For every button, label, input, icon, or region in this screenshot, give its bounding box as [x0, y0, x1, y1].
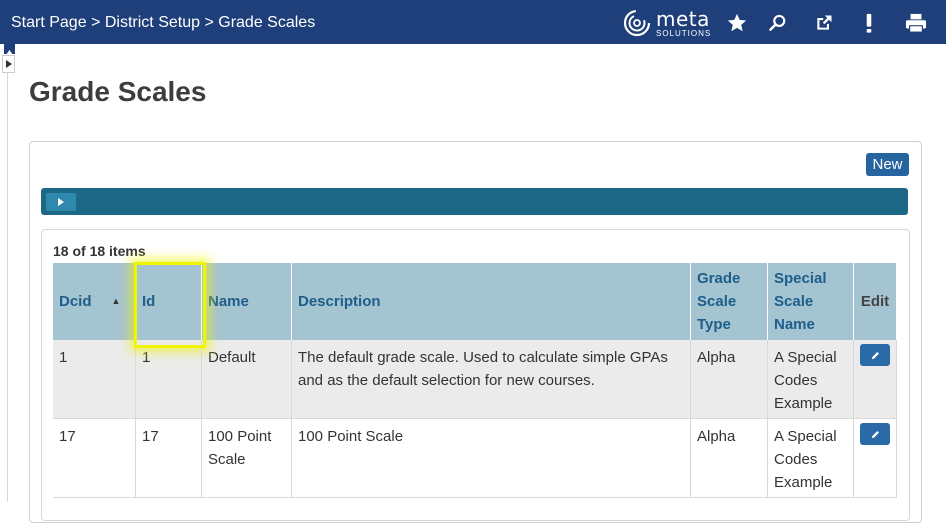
cell-special-line: A Special — [774, 428, 837, 445]
edit-button[interactable] — [860, 344, 890, 366]
cell-special: A Special Codes Example — [767, 418, 854, 498]
sort-ascending-icon: ▲ — [111, 296, 121, 306]
cell-name-line: 100 Point — [208, 428, 272, 445]
cell-name-line: Scale — [208, 451, 246, 468]
caret-right-icon — [58, 198, 64, 206]
grade-scales-table: Dcid ▲ Id Name Description Grade Scale T… — [53, 263, 897, 498]
column-label-grade: Grade — [697, 270, 741, 287]
expand-nav-button[interactable] — [2, 55, 15, 73]
cell-description-line: The default grade scale. Used to calcula… — [298, 349, 668, 366]
column-header-description[interactable]: Description — [291, 263, 691, 340]
cell-description-line: 100 Point Scale — [298, 428, 404, 445]
logo-swirl-icon — [623, 9, 651, 37]
column-label-name: Name — [774, 316, 815, 333]
new-button[interactable]: New — [866, 153, 909, 176]
breadcrumb-separator: > — [91, 14, 101, 31]
cell-description-line: and as the default selection for new cou… — [298, 372, 595, 389]
cell-id: 17 — [135, 418, 202, 498]
logo-sub: SOLUTIONS — [656, 28, 712, 38]
cell-type: Alpha — [690, 340, 768, 419]
caret-right-icon — [5, 60, 12, 68]
cell-edit — [853, 418, 897, 498]
cell-dcid: 17 — [53, 418, 136, 498]
cell-name-line: Default — [208, 349, 256, 366]
pencil-icon — [871, 351, 879, 359]
column-label-type: Type — [697, 316, 731, 333]
column-header-dcid[interactable]: Dcid ▲ — [53, 263, 136, 340]
breadcrumb-start-page[interactable]: Start Page — [11, 14, 87, 31]
column-label-dcid: Dcid — [59, 293, 92, 310]
cell-description: 100 Point Scale — [291, 418, 691, 498]
item-count: 18 of 18 items — [53, 243, 146, 259]
cell-id: 1 — [135, 340, 202, 419]
cell-type: Alpha — [690, 418, 768, 498]
column-header-edit: Edit — [853, 263, 897, 340]
breadcrumb-grade-scales: Grade Scales — [218, 14, 316, 31]
column-label-description: Description — [298, 293, 381, 310]
column-header-grade-scale-type[interactable]: Grade Scale Type — [690, 263, 768, 340]
column-label-name: Name — [208, 293, 249, 310]
logo-name: meta — [656, 6, 710, 31]
cell-name: 100 Point Scale — [201, 418, 292, 498]
cell-special-line: A Special — [774, 349, 837, 366]
breadcrumb: Start Page > District Setup > Grade Scal… — [11, 14, 315, 32]
cell-dcid: 1 — [53, 340, 136, 419]
top-bar: Start Page > District Setup > Grade Scal… — [0, 0, 946, 44]
cell-special: A Special Codes Example — [767, 340, 854, 419]
page-title: Grade Scales — [29, 76, 207, 107]
external-link-icon[interactable] — [812, 11, 836, 35]
star-icon[interactable] — [725, 11, 749, 35]
column-header-special-scale-name[interactable]: Special Scale Name — [767, 263, 854, 340]
breadcrumb-separator: > — [204, 14, 214, 31]
cell-special-line: Example — [774, 395, 833, 412]
column-label-edit: Edit — [860, 293, 890, 310]
column-label-scale: Scale — [774, 293, 814, 310]
table-row: 1 1 Default The default grade scale. Use… — [53, 340, 897, 419]
meta-solutions-logo: meta SOLUTIONS — [622, 8, 712, 38]
table-row: 17 17 100 Point Scale 100 Point Scale Al… — [53, 418, 897, 498]
column-header-id[interactable]: Id — [135, 263, 202, 340]
cell-special-line: Codes — [774, 372, 818, 389]
cell-special-line: Codes — [774, 451, 818, 468]
breadcrumb-district-setup[interactable]: District Setup — [105, 14, 200, 31]
column-label-id: Id — [142, 293, 156, 310]
filter-bar — [41, 188, 908, 215]
search-icon[interactable] — [766, 11, 790, 35]
alert-icon[interactable] — [857, 11, 881, 35]
cell-edit — [853, 340, 897, 419]
edit-button[interactable] — [860, 423, 890, 445]
cell-description: The default grade scale. Used to calcula… — [291, 340, 691, 419]
rail-divider — [7, 72, 8, 502]
print-icon[interactable] — [904, 11, 928, 35]
column-label-special: Special — [774, 270, 827, 287]
cell-name: Default — [201, 340, 292, 419]
column-header-name[interactable]: Name — [201, 263, 292, 340]
cell-special-line: Example — [774, 474, 833, 491]
pencil-icon — [871, 430, 879, 438]
column-label-scale: Scale — [697, 293, 737, 310]
filter-toggle-button[interactable] — [46, 193, 76, 211]
rail-tab[interactable] — [4, 44, 15, 55]
